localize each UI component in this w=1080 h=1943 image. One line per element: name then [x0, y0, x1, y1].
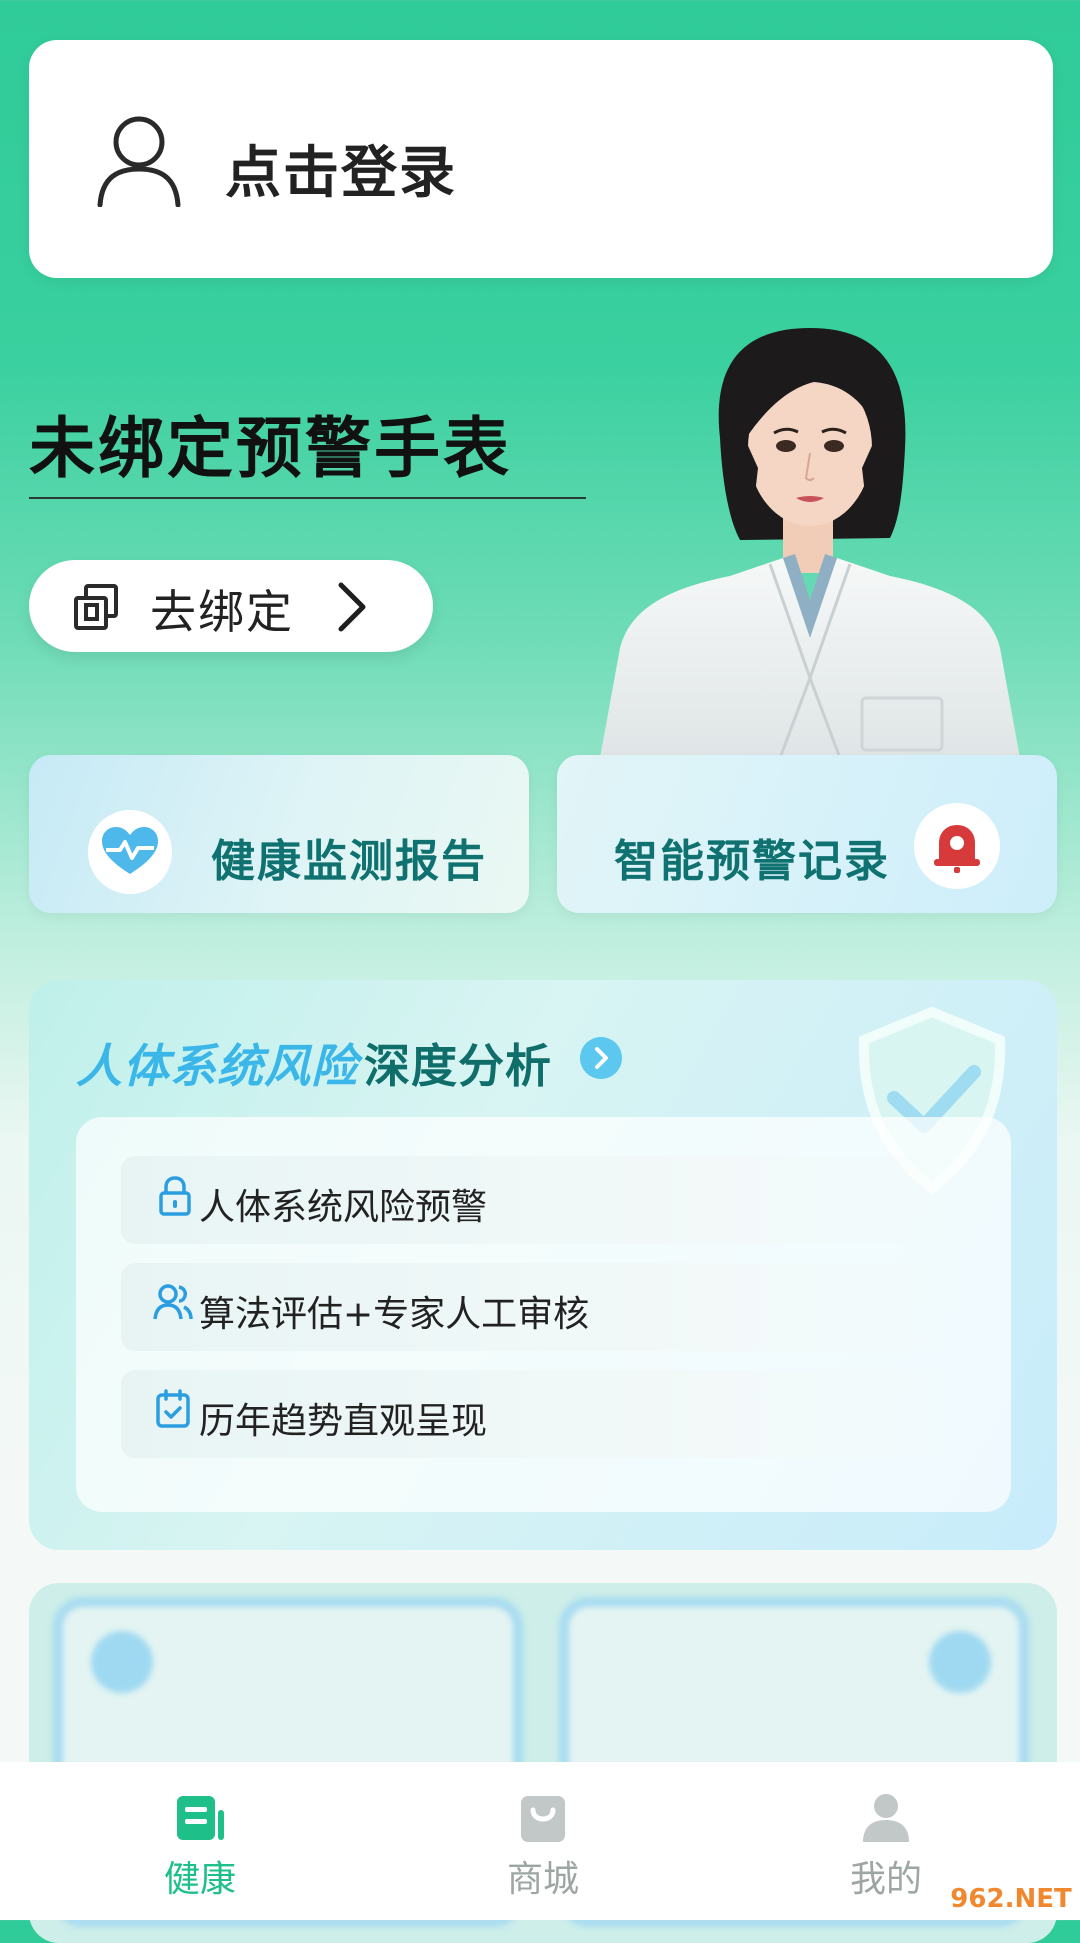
list-item: 算法评估+专家人工审核	[121, 1263, 971, 1351]
tab-mall[interactable]: 商城	[453, 1770, 633, 1900]
risk-title-highlight: 人体系统风险	[76, 1039, 358, 1093]
bind-label[interactable]: 去绑定	[150, 576, 294, 642]
calendar-check-icon	[156, 1389, 190, 1428]
heart-pulse-icon	[88, 810, 172, 894]
health-report-label: 健康监测报告	[211, 836, 487, 887]
tab-health[interactable]: 健康	[110, 1770, 290, 1900]
chevron-right-icon	[338, 582, 366, 632]
doctor-illustration	[600, 328, 1020, 758]
tab-label: 健康	[163, 1859, 236, 1900]
list-item: 历年趋势直观呈现	[121, 1370, 971, 1458]
login-card[interactable]	[29, 40, 1053, 278]
blurred-icon	[91, 1631, 153, 1693]
list-item-text: 人体系统风险预警	[199, 1187, 488, 1228]
list-item-text: 历年趋势直观呈现	[199, 1401, 488, 1442]
alert-record-label: 智能预警记录	[614, 836, 890, 887]
watermark-logo: 962.NET	[945, 1880, 1077, 1918]
divider	[29, 497, 586, 499]
person-icon	[863, 1794, 909, 1842]
lock-icon	[159, 1176, 191, 1216]
blurred-icon	[929, 1631, 991, 1693]
shopping-bag-icon	[521, 1796, 565, 1842]
alarm-bell-icon	[914, 803, 1000, 889]
health-news-icon	[177, 1796, 224, 1840]
bind-device-icon	[74, 584, 118, 630]
login-label[interactable]: 点击登录	[225, 128, 457, 209]
chevron-right-circle-icon[interactable]	[580, 1037, 622, 1079]
watch-status-title: 未绑定预警手表	[29, 410, 512, 487]
user-icon	[97, 116, 181, 207]
list-item-text: 算法评估+专家人工审核	[199, 1294, 590, 1335]
tab-label: 商城	[506, 1859, 579, 1900]
users-icon	[153, 1284, 193, 1320]
risk-title-main: 深度分析	[364, 1039, 552, 1093]
list-item: 人体系统风险预警	[121, 1156, 971, 1244]
